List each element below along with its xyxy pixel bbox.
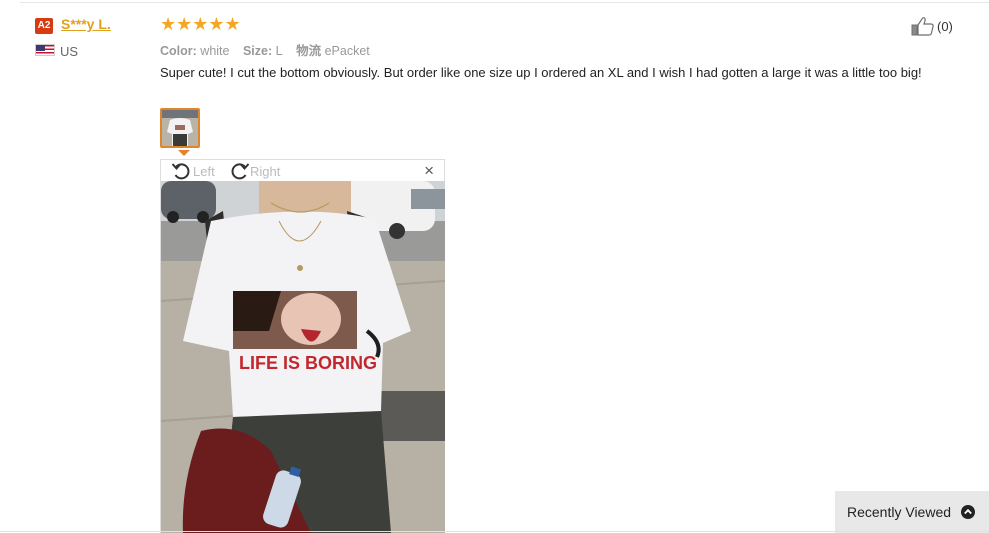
- order-properties: Color: white Size: L 物流 ePacket: [160, 40, 380, 59]
- reviewer-country: US: [60, 44, 79, 59]
- property-size-value: L: [275, 44, 283, 58]
- rotate-left-icon: [171, 163, 190, 180]
- property-color-key: Color:: [160, 44, 197, 58]
- review-photo-image: LIFE IS BORING: [161, 181, 445, 533]
- rotate-right-label: Right: [250, 163, 281, 179]
- top-divider: [20, 2, 989, 3]
- rotate-right-icon: [231, 163, 250, 180]
- property-size-key: Size:: [242, 44, 273, 58]
- chevron-up-icon: [961, 505, 975, 519]
- rotate-right-button[interactable]: Right: [228, 161, 280, 181]
- recently-viewed-label: Recently Viewed: [847, 504, 952, 520]
- thumbs-up-icon: [911, 17, 934, 36]
- review-text: Super cute! I cut the bottom obviously. …: [160, 65, 922, 80]
- us-flag-icon: [35, 44, 55, 56]
- property-shipping-value: ePacket: [324, 44, 370, 58]
- rotate-left-label: Left: [193, 163, 215, 179]
- rotate-left-button[interactable]: Left: [171, 161, 215, 181]
- shirt-print-text: LIFE IS BORING: [239, 353, 377, 373]
- buyer-level-badge: A2: [35, 18, 53, 34]
- photo-viewer: Left Right × LIFE IS BORING: [160, 159, 445, 533]
- property-shipping-key: 物流: [296, 44, 322, 58]
- star-rating: ★★★★★: [160, 14, 241, 34]
- bottom-divider: [0, 531, 989, 532]
- review-photo-thumbnail[interactable]: [160, 108, 200, 148]
- thumbnail-pointer: [178, 150, 190, 156]
- property-color-value: white: [200, 44, 230, 58]
- close-viewer-button[interactable]: ×: [424, 161, 434, 181]
- helpful-button[interactable]: (0): [911, 16, 953, 36]
- helpful-count: (0): [937, 18, 953, 34]
- reviewer-name[interactable]: S***y L.: [61, 16, 111, 32]
- recently-viewed-button[interactable]: Recently Viewed: [835, 491, 989, 533]
- viewer-toolbar: Left Right ×: [161, 160, 444, 181]
- thumbnail-image: [162, 110, 198, 146]
- review-photo: LIFE IS BORING: [161, 181, 445, 533]
